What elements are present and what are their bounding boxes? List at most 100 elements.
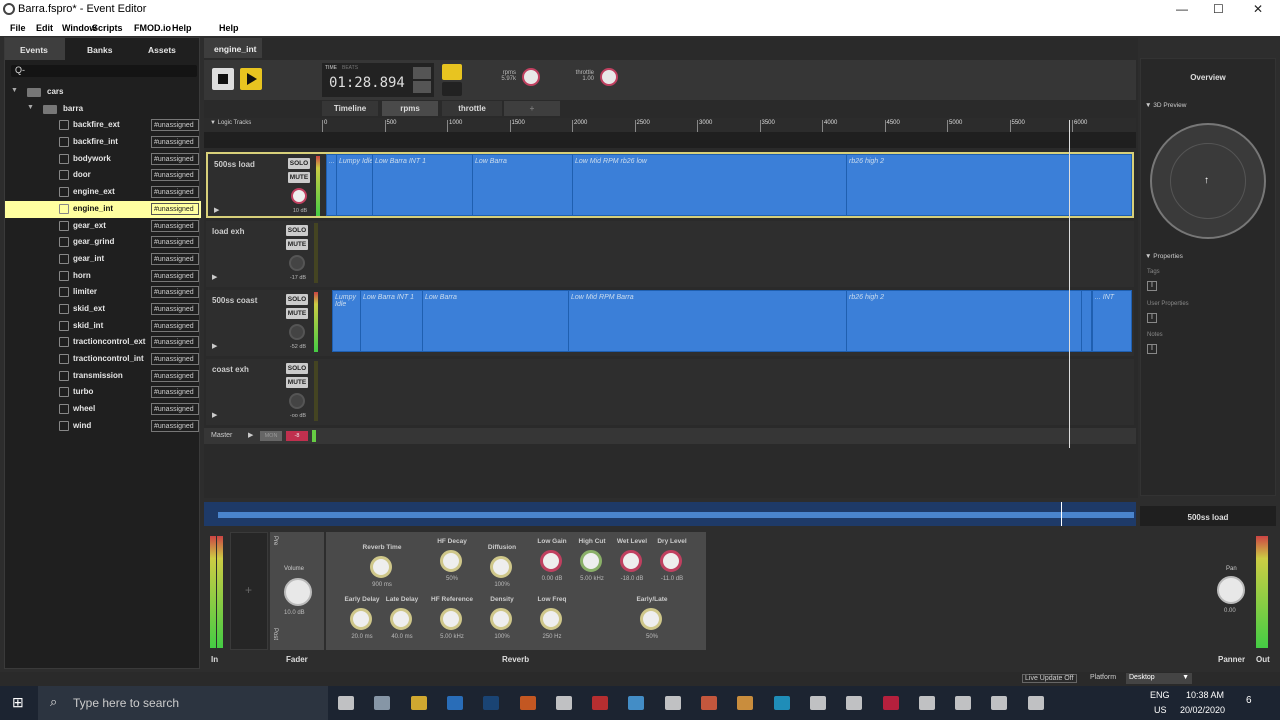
app-icon[interactable] (592, 696, 609, 710)
reverb-knob[interactable] (350, 608, 372, 630)
tab-assets[interactable]: Assets (148, 45, 176, 55)
expand-icon[interactable]: ▶ (212, 342, 217, 350)
app-icon[interactable] (955, 696, 972, 710)
tab-events[interactable]: Events (20, 45, 48, 55)
reverb-knob[interactable] (440, 608, 462, 630)
menu-edit[interactable]: Edit (36, 23, 53, 33)
steam-icon[interactable] (483, 696, 500, 710)
file-explorer-icon[interactable] (410, 696, 427, 710)
event-item[interactable]: transmission #unassigned (5, 368, 201, 385)
event-item[interactable]: wind #unassigned (5, 418, 201, 435)
menu-help[interactable]: Help (219, 23, 239, 33)
tab-rpms[interactable]: rpms (382, 101, 438, 116)
event-item[interactable]: wheel #unassigned (5, 401, 201, 418)
tags-edit-icon[interactable]: I (1147, 281, 1157, 291)
mute-button[interactable]: MUTE (286, 308, 308, 319)
search-input[interactable]: Q- (11, 65, 197, 77)
audio-track[interactable]: 500ss load SOLO MUTE 10 dB ▶ ... Lumpy Id… (206, 152, 1134, 218)
close-button[interactable]: ✕ (1253, 2, 1263, 16)
add-tab-button[interactable]: + (504, 101, 560, 116)
edge-icon[interactable] (446, 696, 463, 710)
tab-engine-int[interactable]: engine_int (204, 38, 262, 58)
menu-fmodio[interactable]: Help (172, 23, 192, 33)
loop-toggle-icon[interactable] (413, 81, 431, 93)
app-icon[interactable] (1027, 696, 1044, 710)
notification-icon[interactable]: 6 (1246, 695, 1252, 706)
app-icon[interactable] (701, 696, 717, 710)
browser-toggle-icon[interactable] (442, 64, 462, 80)
track-volume-knob[interactable] (289, 255, 305, 271)
instrument-region[interactable]: ... INT (1092, 290, 1132, 352)
fmod-icon[interactable] (991, 696, 1008, 710)
app-icon[interactable] (555, 696, 572, 710)
expand-icon[interactable]: ▶ (212, 411, 217, 419)
expand-icon[interactable]: ▼ (27, 104, 34, 111)
tab-timeline[interactable]: Timeline (322, 101, 378, 116)
event-item[interactable]: engine_int #unassigned (5, 200, 201, 218)
user-props-edit-icon[interactable]: I (1147, 313, 1157, 323)
mute-button[interactable]: MUTE (286, 239, 308, 250)
event-item[interactable]: door #unassigned (5, 167, 201, 184)
solo-button[interactable]: SOLO (286, 294, 308, 305)
expand-icon[interactable]: ▶ (212, 273, 217, 281)
menu-window[interactable]: Scripts (92, 23, 123, 33)
event-item[interactable]: backfire_ext #unassigned (5, 117, 201, 134)
app-icon[interactable] (628, 696, 645, 710)
notes-edit-icon[interactable]: I (1147, 344, 1157, 354)
instrument-region[interactable]: rb26 high 2 (846, 154, 1132, 216)
event-item[interactable]: gear_int #unassigned (5, 251, 201, 268)
app-icon[interactable] (846, 696, 863, 710)
reverb-knob[interactable] (620, 550, 642, 572)
volume-knob[interactable] (284, 578, 312, 606)
folder-cars[interactable]: ▼ cars (5, 84, 201, 101)
app-icon[interactable] (737, 696, 754, 710)
add-effect-slot[interactable]: + (230, 532, 268, 650)
logic-tracks-toggle[interactable]: ▼ Logic Tracks (210, 120, 251, 126)
preview-header[interactable]: ▼ 3D Preview (1145, 102, 1186, 109)
reverb-knob[interactable] (390, 608, 412, 630)
tab-banks[interactable]: Banks (87, 45, 113, 55)
monitor-button[interactable]: MON (260, 431, 282, 441)
app-icon[interactable] (809, 696, 826, 710)
windows-start-icon[interactable]: ⊞ (12, 694, 24, 711)
clock-date[interactable]: 20/02/2020 (1180, 705, 1225, 715)
tab-throttle[interactable]: throttle (442, 101, 502, 116)
instrument-region[interactable]: rb26 high 2 (846, 290, 1082, 352)
reverb-knob[interactable] (440, 550, 462, 572)
timeline-toggle-icon[interactable] (413, 67, 431, 79)
properties-header[interactable]: ▼ Properties (1145, 253, 1183, 260)
mute-button[interactable]: MUTE (288, 172, 310, 183)
event-item[interactable]: engine_ext #unassigned (5, 184, 201, 201)
maximize-button[interactable]: ☐ (1213, 2, 1224, 16)
event-item[interactable]: gear_ext #unassigned (5, 218, 201, 235)
reverb-knob[interactable] (540, 550, 562, 572)
pause-icon[interactable] (442, 82, 462, 96)
menu-file[interactable]: File (10, 23, 26, 33)
audio-track[interactable]: load exh SOLO MUTE -17 dB ▶ (206, 221, 1134, 287)
app-icon[interactable] (664, 696, 681, 710)
app-icon[interactable] (918, 696, 935, 710)
track-volume-knob[interactable] (289, 324, 305, 340)
event-item[interactable]: gear_grind #unassigned (5, 234, 201, 251)
platform-select[interactable]: Desktop ▼ (1126, 673, 1192, 684)
menu-scripts[interactable]: FMOD.io (134, 23, 171, 33)
3d-preview[interactable]: ↑ (1150, 123, 1266, 239)
reverb-knob[interactable] (490, 608, 512, 630)
app-icon[interactable] (882, 696, 899, 710)
overview-strip[interactable] (204, 502, 1136, 526)
reverb-knob[interactable] (640, 608, 662, 630)
event-item[interactable]: skid_int #unassigned (5, 318, 201, 335)
solo-button[interactable]: SOLO (288, 158, 310, 169)
rpms-knob[interactable] (522, 68, 540, 86)
reverb-knob[interactable] (660, 550, 682, 572)
clock-time[interactable]: 10:38 AM (1186, 690, 1224, 700)
app-icon[interactable] (519, 696, 536, 710)
task-view-icon[interactable] (374, 696, 391, 710)
mute-button[interactable]: MUTE (286, 377, 308, 388)
track-volume-knob[interactable] (289, 393, 305, 409)
event-item[interactable]: bodywork #unassigned (5, 151, 201, 168)
audio-track[interactable]: 500ss coast SOLO MUTE -52 dB ▶ Lumpy Idl… (206, 290, 1134, 356)
event-item[interactable]: backfire_int #unassigned (5, 134, 201, 151)
reverb-knob[interactable] (580, 550, 602, 572)
playhead[interactable] (1069, 120, 1070, 448)
